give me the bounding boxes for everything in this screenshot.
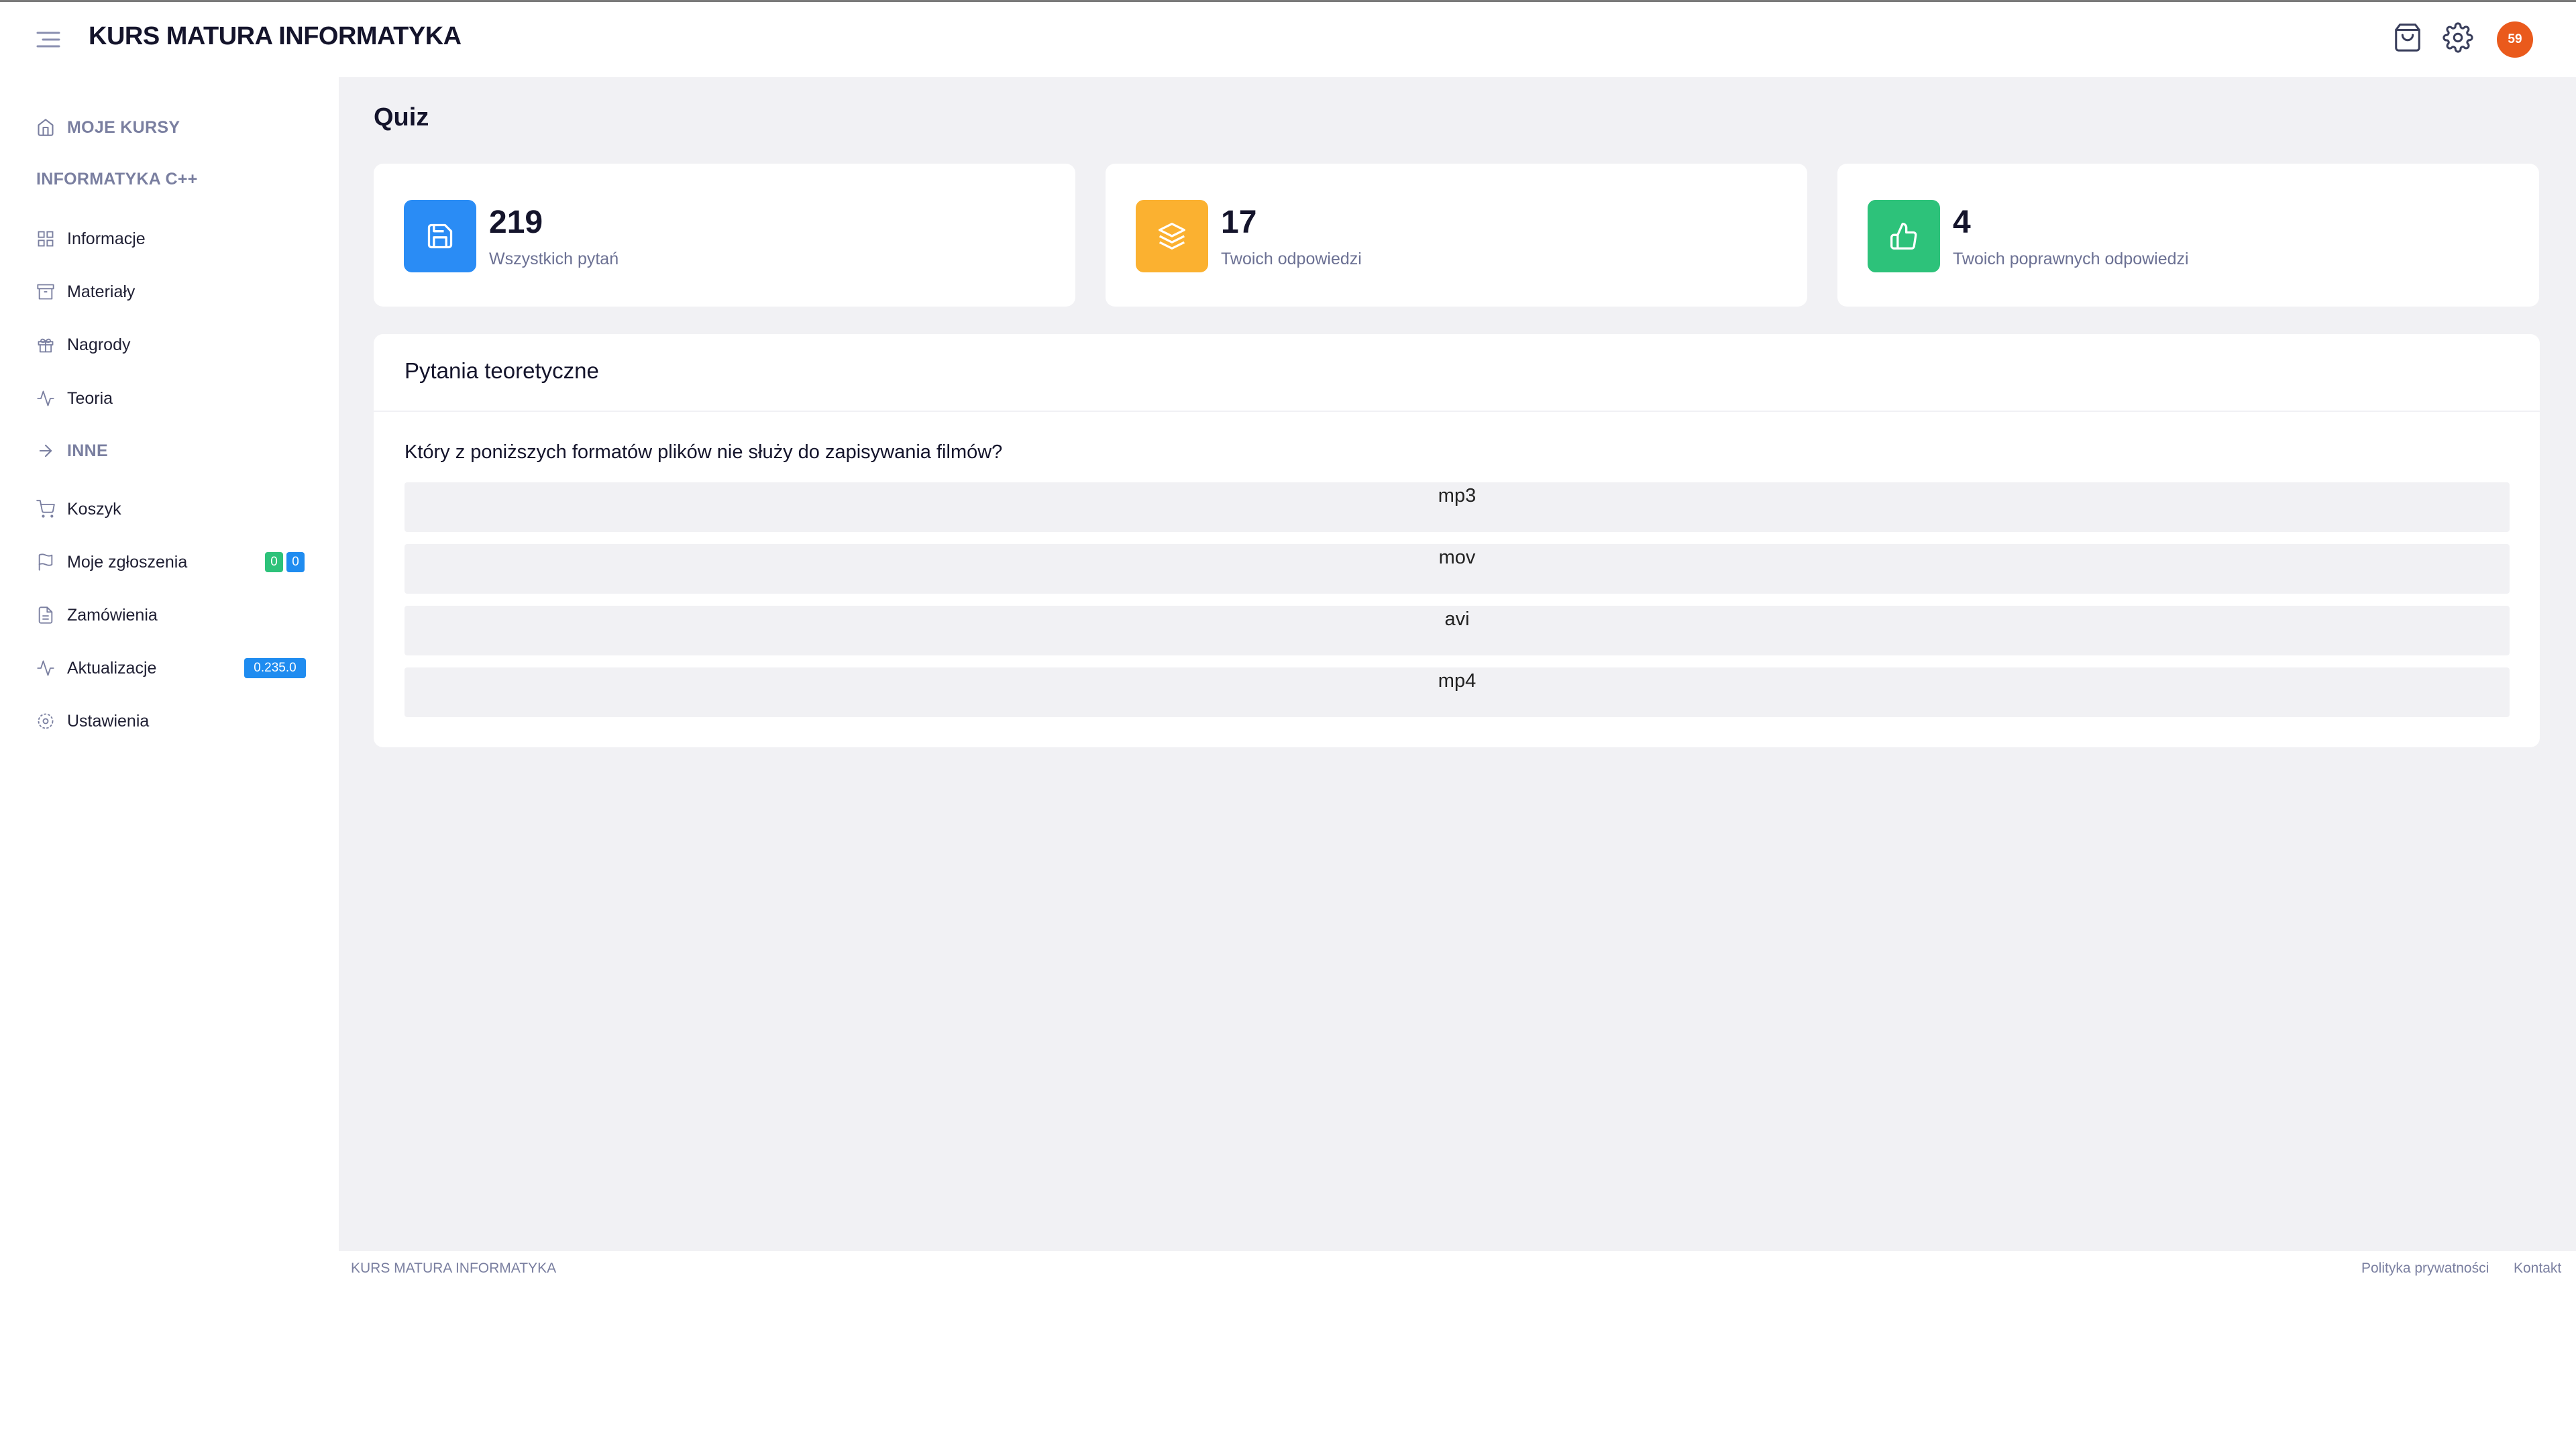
version-badge: 0.235.0 — [244, 658, 306, 678]
home-icon — [36, 118, 55, 137]
divider — [374, 411, 2540, 412]
grid-icon — [36, 229, 55, 248]
sidebar-item-label: Materiały — [67, 282, 136, 301]
sidebar-item-teoria[interactable]: Teoria — [36, 383, 113, 414]
document-icon — [36, 606, 55, 625]
sidebar-item-label: Nagrody — [67, 335, 131, 354]
answer-option[interactable]: mp4 — [405, 667, 2510, 717]
stat-value: 4 — [1953, 205, 1971, 240]
sidebar-item-label: Informacje — [67, 229, 146, 248]
footer: KURS MATURA INFORMATYKA Polityka prywatn… — [339, 1251, 2576, 1449]
sidebar-item-label: INNE — [67, 441, 108, 460]
stat-value: 219 — [489, 205, 543, 240]
question-text: Który z poniższych formatów plików nie s… — [405, 441, 1003, 463]
sidebar-item-nagrody[interactable]: Nagrody — [36, 329, 131, 360]
answer-option[interactable]: mp3 — [405, 482, 2510, 532]
stat-card-answers: 17 Twoich odpowiedzi — [1106, 164, 1807, 307]
sidebar-item-label: Teoria — [67, 388, 113, 408]
sidebar-item-materialy[interactable]: Materiały — [36, 276, 135, 307]
avatar[interactable]: 59 — [2497, 21, 2533, 58]
layers-icon — [1136, 200, 1208, 272]
sidebar-item-aktualizacje[interactable]: Aktualizacje — [36, 653, 156, 684]
gift-icon — [36, 335, 55, 354]
sidebar: MOJE KURSY INFORMATYKA C++ Informacje Ma… — [0, 77, 339, 1449]
app-title[interactable]: KURS MATURA INFORMATYKA — [89, 22, 462, 51]
sidebar-item-label: Aktualizacje — [67, 658, 157, 678]
contact-link[interactable]: Kontakt — [2514, 1260, 2561, 1277]
course-heading: INFORMATYKA C++ — [36, 170, 198, 189]
question-card: Pytania teoretyczne Który z poniższych f… — [374, 334, 2540, 747]
sidebar-item-my-courses[interactable]: MOJE KURSY — [36, 112, 180, 143]
gear-icon — [36, 712, 55, 731]
sidebar-item-label: Moje zgłoszenia — [67, 552, 188, 572]
arrow-right-icon — [36, 441, 55, 460]
stat-label: Wszystkich pytań — [489, 250, 619, 268]
save-icon — [404, 200, 476, 272]
stat-card-questions: 219 Wszystkich pytań — [374, 164, 1075, 307]
cart-icon — [36, 500, 55, 519]
activity-icon — [36, 659, 55, 678]
answer-option[interactable]: avi — [405, 606, 2510, 655]
section-title: Pytania teoretyczne — [405, 358, 599, 383]
status-badge: 0 — [265, 552, 283, 572]
gear-icon[interactable] — [2443, 22, 2473, 53]
footer-brand: KURS MATURA INFORMATYKA — [351, 1260, 557, 1276]
sidebar-item-koszyk[interactable]: Koszyk — [36, 494, 121, 525]
page-title: Quiz — [374, 103, 429, 131]
stat-card-correct: 4 Twoich poprawnych odpowiedzi — [1837, 164, 2539, 307]
sidebar-item-ustawienia[interactable]: Ustawienia — [36, 706, 149, 737]
shopping-bag-icon[interactable] — [2392, 22, 2423, 53]
sidebar-item-moje-zgloszenia[interactable]: Moje zgłoszenia — [36, 547, 187, 578]
stat-value: 17 — [1221, 205, 1257, 240]
menu-icon[interactable] — [34, 28, 63, 52]
sidebar-item-label: Zamówienia — [67, 605, 158, 625]
thumbs-up-icon — [1868, 200, 1940, 272]
sidebar-item-label: Koszyk — [67, 499, 121, 519]
archive-icon — [36, 282, 55, 301]
flag-icon — [36, 553, 55, 572]
answer-option[interactable]: mov — [405, 544, 2510, 594]
sidebar-item-label: Ustawienia — [67, 711, 150, 731]
stat-label: Twoich odpowiedzi — [1221, 250, 1362, 268]
sidebar-item-informacje[interactable]: Informacje — [36, 223, 146, 254]
privacy-policy-link[interactable]: Polityka prywatności — [2361, 1260, 2489, 1277]
sidebar-item-label: MOJE KURSY — [67, 117, 180, 137]
top-header: KURS MATURA INFORMATYKA 59 — [0, 2, 2576, 77]
sidebar-section-inne[interactable]: INNE — [36, 435, 108, 466]
sidebar-item-zamowienia[interactable]: Zamówienia — [36, 600, 158, 631]
activity-icon — [36, 389, 55, 408]
status-badge: 0 — [286, 552, 305, 572]
stat-label: Twoich poprawnych odpowiedzi — [1953, 250, 2189, 268]
